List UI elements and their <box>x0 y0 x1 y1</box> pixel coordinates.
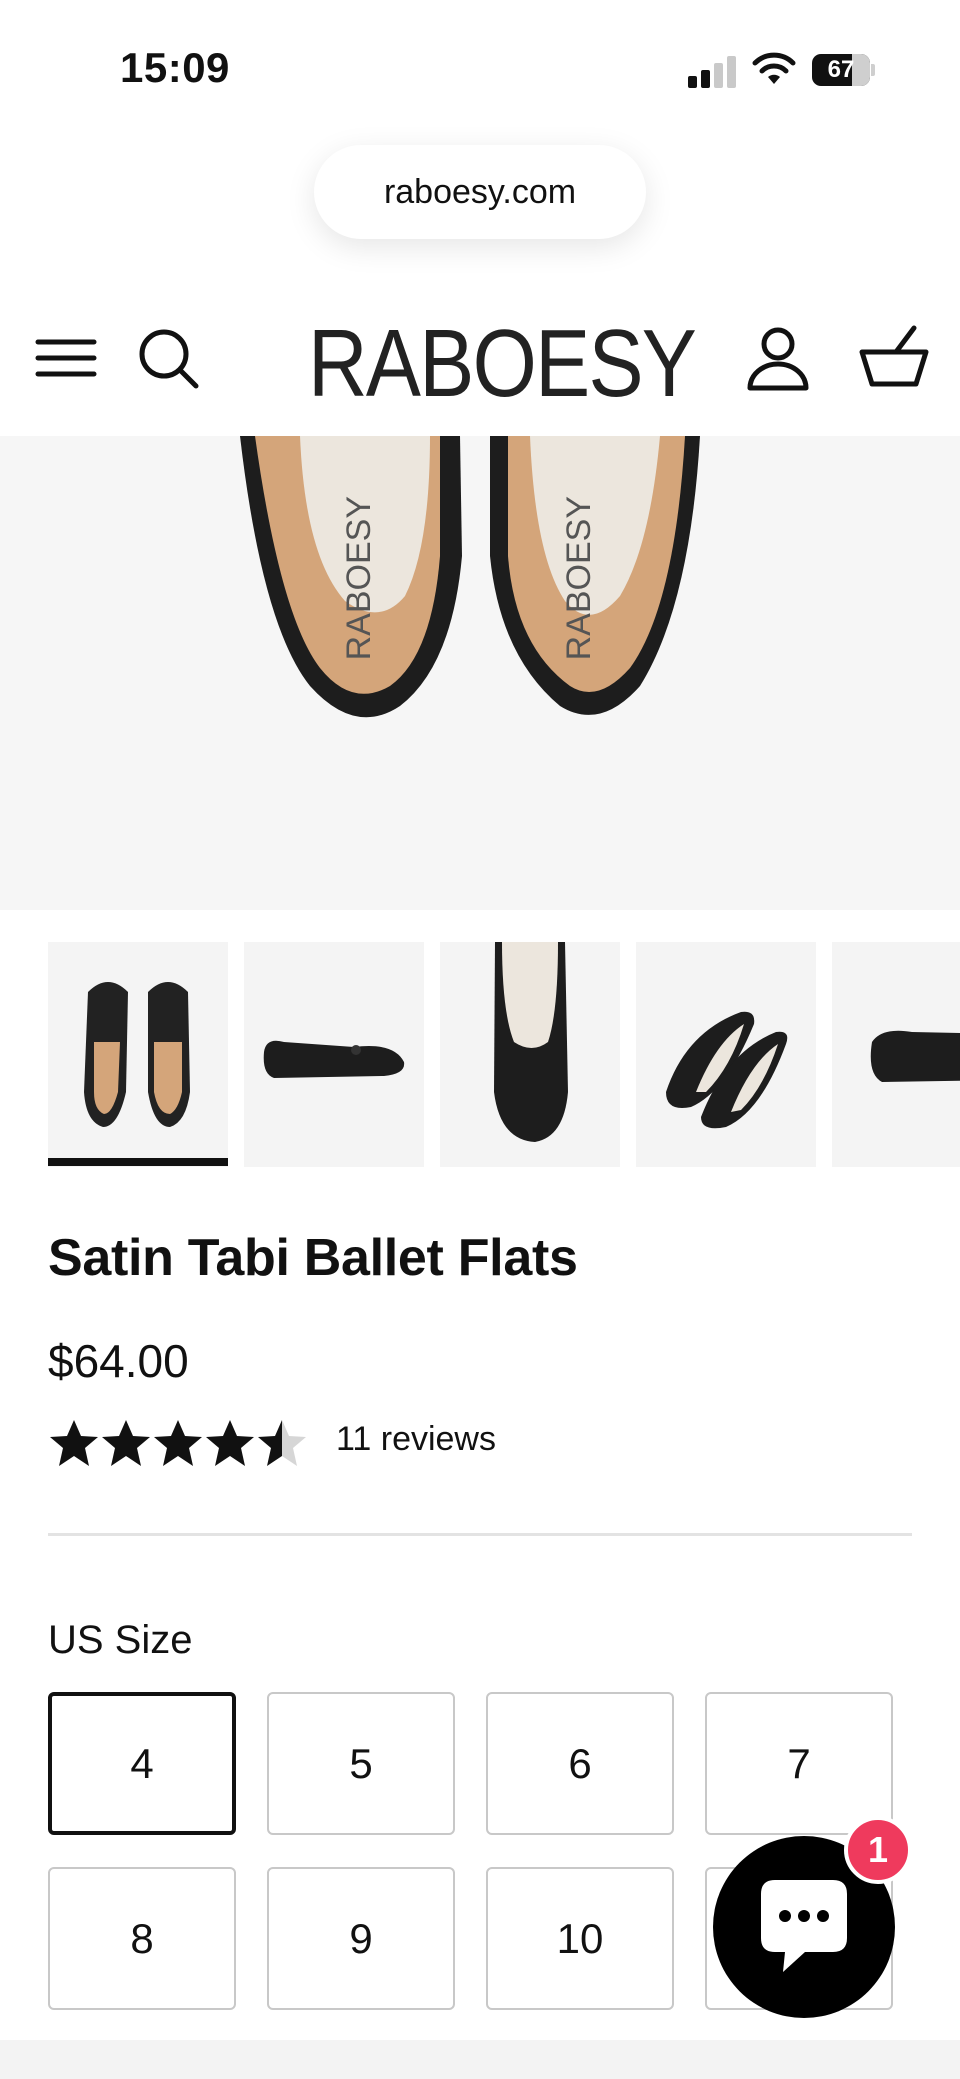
product-hero-image[interactable]: RABOESY RABOESY <box>0 436 960 910</box>
battery-level: 67 <box>827 56 855 83</box>
product-title: Satin Tabi Ballet Flats <box>48 1229 578 1287</box>
site-header: RABOESY <box>0 290 960 436</box>
size-option-8[interactable]: 8 <box>48 1867 236 2010</box>
account-icon[interactable] <box>740 320 816 396</box>
star-icon <box>154 1420 202 1466</box>
half-star-icon <box>258 1420 306 1466</box>
divider <box>48 1533 912 1536</box>
thumbnail-strip <box>48 942 960 1167</box>
star-icon <box>102 1420 150 1466</box>
chat-notification-badge: 1 <box>844 1816 912 1884</box>
thumb-angle-view[interactable] <box>636 942 816 1167</box>
hero-insole-text-right: RABOESY <box>560 496 598 660</box>
rating-stars <box>50 1420 306 1466</box>
size-option-9[interactable]: 9 <box>267 1867 455 2010</box>
size-option-10[interactable]: 10 <box>486 1867 674 2010</box>
wifi-icon <box>752 52 796 84</box>
shoe-pair-image: RABOESY RABOESY <box>240 436 700 718</box>
page-bottom-edge <box>0 2040 960 2079</box>
thumb-top-view[interactable] <box>48 942 228 1167</box>
product-price: $64.00 <box>48 1335 189 1387</box>
size-label: US Size <box>48 1618 193 1662</box>
hero-insole-text-left: RABOESY <box>340 496 378 660</box>
size-option-7[interactable]: 7 <box>705 1692 893 1835</box>
site-logo[interactable]: RABOESY <box>308 304 697 424</box>
status-time: 15:09 <box>120 44 230 91</box>
star-icon <box>206 1420 254 1466</box>
active-thumbnail-indicator <box>48 1158 228 1166</box>
signal-icon <box>688 54 738 88</box>
search-icon[interactable] <box>130 320 206 396</box>
reviews-link[interactable]: 11 reviews <box>336 1420 496 1459</box>
size-option-4[interactable]: 4 <box>48 1692 236 1835</box>
menu-icon[interactable] <box>28 320 104 396</box>
size-option-6[interactable]: 6 <box>486 1692 674 1835</box>
address-bar[interactable]: raboesy.com <box>314 145 646 239</box>
cart-icon[interactable] <box>856 320 932 396</box>
star-icon <box>50 1420 98 1466</box>
thumb-side-view[interactable] <box>244 942 424 1167</box>
status-bar: 15:09 67 <box>0 0 960 140</box>
size-option-5[interactable]: 5 <box>267 1692 455 1835</box>
thumb-side-view-2[interactable] <box>832 942 960 1167</box>
thumb-front-view[interactable] <box>440 942 620 1167</box>
battery-icon: 67 <box>812 54 875 86</box>
